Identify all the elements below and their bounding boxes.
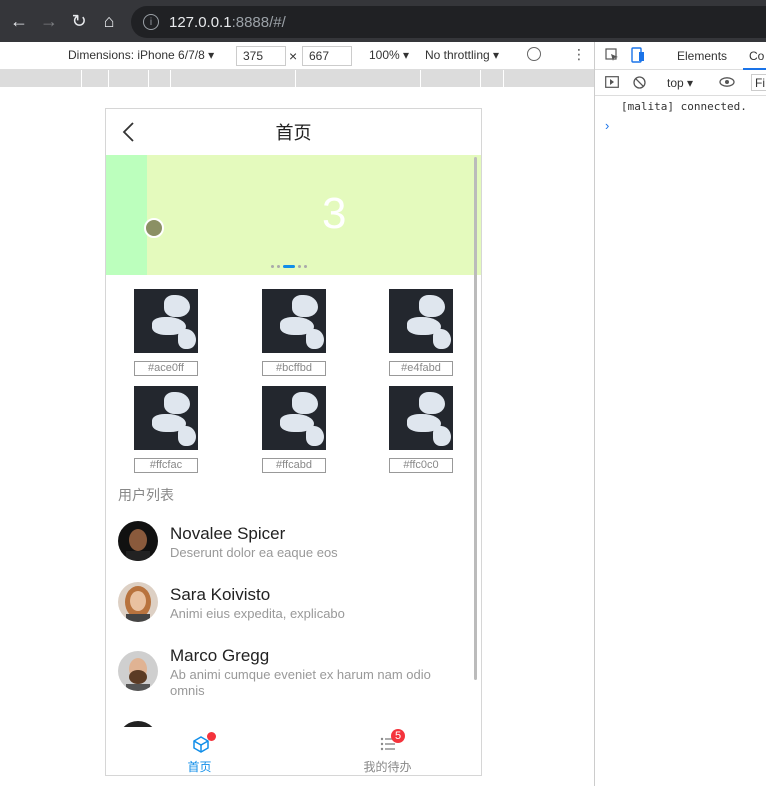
clear-console-icon[interactable] xyxy=(633,76,646,89)
url-host: 127.0.0.1 xyxy=(169,13,232,31)
height-input[interactable]: 667 xyxy=(302,46,352,66)
eye-icon[interactable] xyxy=(719,77,735,87)
grid-label: #ace0ff xyxy=(134,361,198,376)
page-title: 首页 xyxy=(275,123,312,143)
grid-label: #bcffbd xyxy=(262,361,326,376)
back-chevron-icon[interactable] xyxy=(122,122,136,142)
throttling-select[interactable]: No throttling ▾ xyxy=(425,48,499,62)
tab-label: 我的待办 xyxy=(363,760,412,774)
grid-thumbnail xyxy=(389,289,453,353)
user-name: Sara Koivisto xyxy=(170,585,271,604)
more-vertical-icon[interactable]: ⋮ xyxy=(572,46,586,63)
tab-home[interactable]: 首页 xyxy=(106,727,293,775)
scrollbar[interactable] xyxy=(474,157,477,680)
carousel-dots[interactable] xyxy=(271,265,307,268)
address-bar[interactable]: i 127.0.0.1:8888/#/ xyxy=(131,6,766,38)
user-name: Novalee Spicer xyxy=(170,524,286,543)
grid-thumbnail xyxy=(134,289,198,353)
sidebar-toggle-icon[interactable] xyxy=(605,76,619,88)
grid-label: #ffcabd xyxy=(262,458,326,473)
grid-thumbnail xyxy=(134,386,198,450)
grid-thumbnail xyxy=(262,386,326,450)
section-title: 用户列表 xyxy=(118,487,174,503)
grid-label: #ffc0c0 xyxy=(389,458,453,473)
tab-console[interactable]: Co xyxy=(742,49,766,70)
grid-item[interactable]: #ffc0c0 xyxy=(389,386,453,473)
phone-viewport: 首页 3 #ace0ff #bcffbd #e4fabd #ffcfac #ff… xyxy=(105,108,482,776)
tab-label: 首页 xyxy=(187,760,212,774)
reload-icon[interactable]: ↻ xyxy=(68,10,90,32)
grid-label: #e4fabd xyxy=(389,361,453,376)
tab-bar: 首页 5 我的待办 xyxy=(106,727,481,775)
times-icon: × xyxy=(289,48,298,64)
nav-bar: 首页 xyxy=(106,109,481,155)
info-icon[interactable]: i xyxy=(143,14,159,30)
inspect-element-icon[interactable] xyxy=(605,48,619,62)
grid-label: #ffcfac xyxy=(134,458,198,473)
context-select[interactable]: top ▾ xyxy=(667,76,693,90)
touch-cursor-icon xyxy=(144,218,164,238)
carousel[interactable]: 3 xyxy=(106,155,481,275)
device-select[interactable]: Dimensions: iPhone 6/7/8 ▾ xyxy=(68,48,214,62)
console-prompt-icon[interactable]: › xyxy=(605,118,609,133)
zoom-select[interactable]: 100% ▾ xyxy=(369,48,409,62)
grid-item[interactable]: #bcffbd xyxy=(262,289,326,376)
browser-toolbar: ← → ↻ ⌂ i 127.0.0.1:8888/#/ xyxy=(0,0,766,42)
device-toolbar: Dimensions: iPhone 6/7/8 ▾ 375 × 667 100… xyxy=(0,42,594,70)
media-query-ruler[interactable] xyxy=(0,70,594,87)
avatar xyxy=(118,651,158,691)
carousel-slide-previous xyxy=(106,155,147,275)
grid-item[interactable]: #ffcabd xyxy=(262,386,326,473)
filter-input[interactable]: Fi xyxy=(751,74,766,91)
grid-thumbnail xyxy=(389,386,453,450)
carousel-dot[interactable] xyxy=(277,265,280,268)
user-description: Animi eius expedita, explicabo xyxy=(170,606,345,621)
devtools-tabs: Elements Co xyxy=(595,42,766,70)
carousel-dot[interactable] xyxy=(298,265,301,268)
carousel-dot[interactable] xyxy=(271,265,274,268)
badge-count: 5 xyxy=(391,729,405,743)
carousel-dot-active[interactable] xyxy=(283,265,295,268)
console-toolbar: top ▾ Fi xyxy=(595,70,766,96)
device-toggle-icon[interactable] xyxy=(631,47,645,63)
grid-thumbnail xyxy=(262,289,326,353)
carousel-dot[interactable] xyxy=(304,265,307,268)
grid-item[interactable]: #ace0ff xyxy=(134,289,198,376)
user-description: Deserunt dolor ea eaque eos xyxy=(170,545,338,560)
forward-arrow-icon[interactable]: → xyxy=(38,10,60,32)
grid-item[interactable]: #e4fabd xyxy=(389,289,453,376)
width-input[interactable]: 375 xyxy=(236,46,286,66)
list-item[interactable]: Marco Gregg Ab animi cumque eveniet ex h… xyxy=(106,643,472,703)
url-path: :8888/#/ xyxy=(231,13,286,31)
back-arrow-icon[interactable]: ← xyxy=(8,10,30,32)
home-icon[interactable]: ⌂ xyxy=(98,10,120,32)
user-name: Marco Gregg xyxy=(170,646,270,665)
console-message: [malita] connected. xyxy=(621,100,747,113)
notification-dot xyxy=(207,732,216,741)
tab-todo[interactable]: 5 我的待办 xyxy=(294,727,481,775)
list-item[interactable]: Novalee Spicer Deserunt dolor ea eaque e… xyxy=(106,521,472,571)
carousel-slide-number: 3 xyxy=(322,189,347,238)
rotate-icon[interactable] xyxy=(527,47,541,61)
grid-item[interactable]: #ffcfac xyxy=(134,386,198,473)
avatar xyxy=(118,521,158,561)
avatar xyxy=(118,582,158,622)
list-item[interactable]: Sara Koivisto Animi eius expedita, expli… xyxy=(106,582,472,632)
tab-elements[interactable]: Elements xyxy=(677,49,727,63)
user-description: Ab animi cumque eveniet ex harum nam odi… xyxy=(170,667,431,698)
devtools-panel: Elements Co top ▾ Fi [malita] connected.… xyxy=(594,42,766,786)
